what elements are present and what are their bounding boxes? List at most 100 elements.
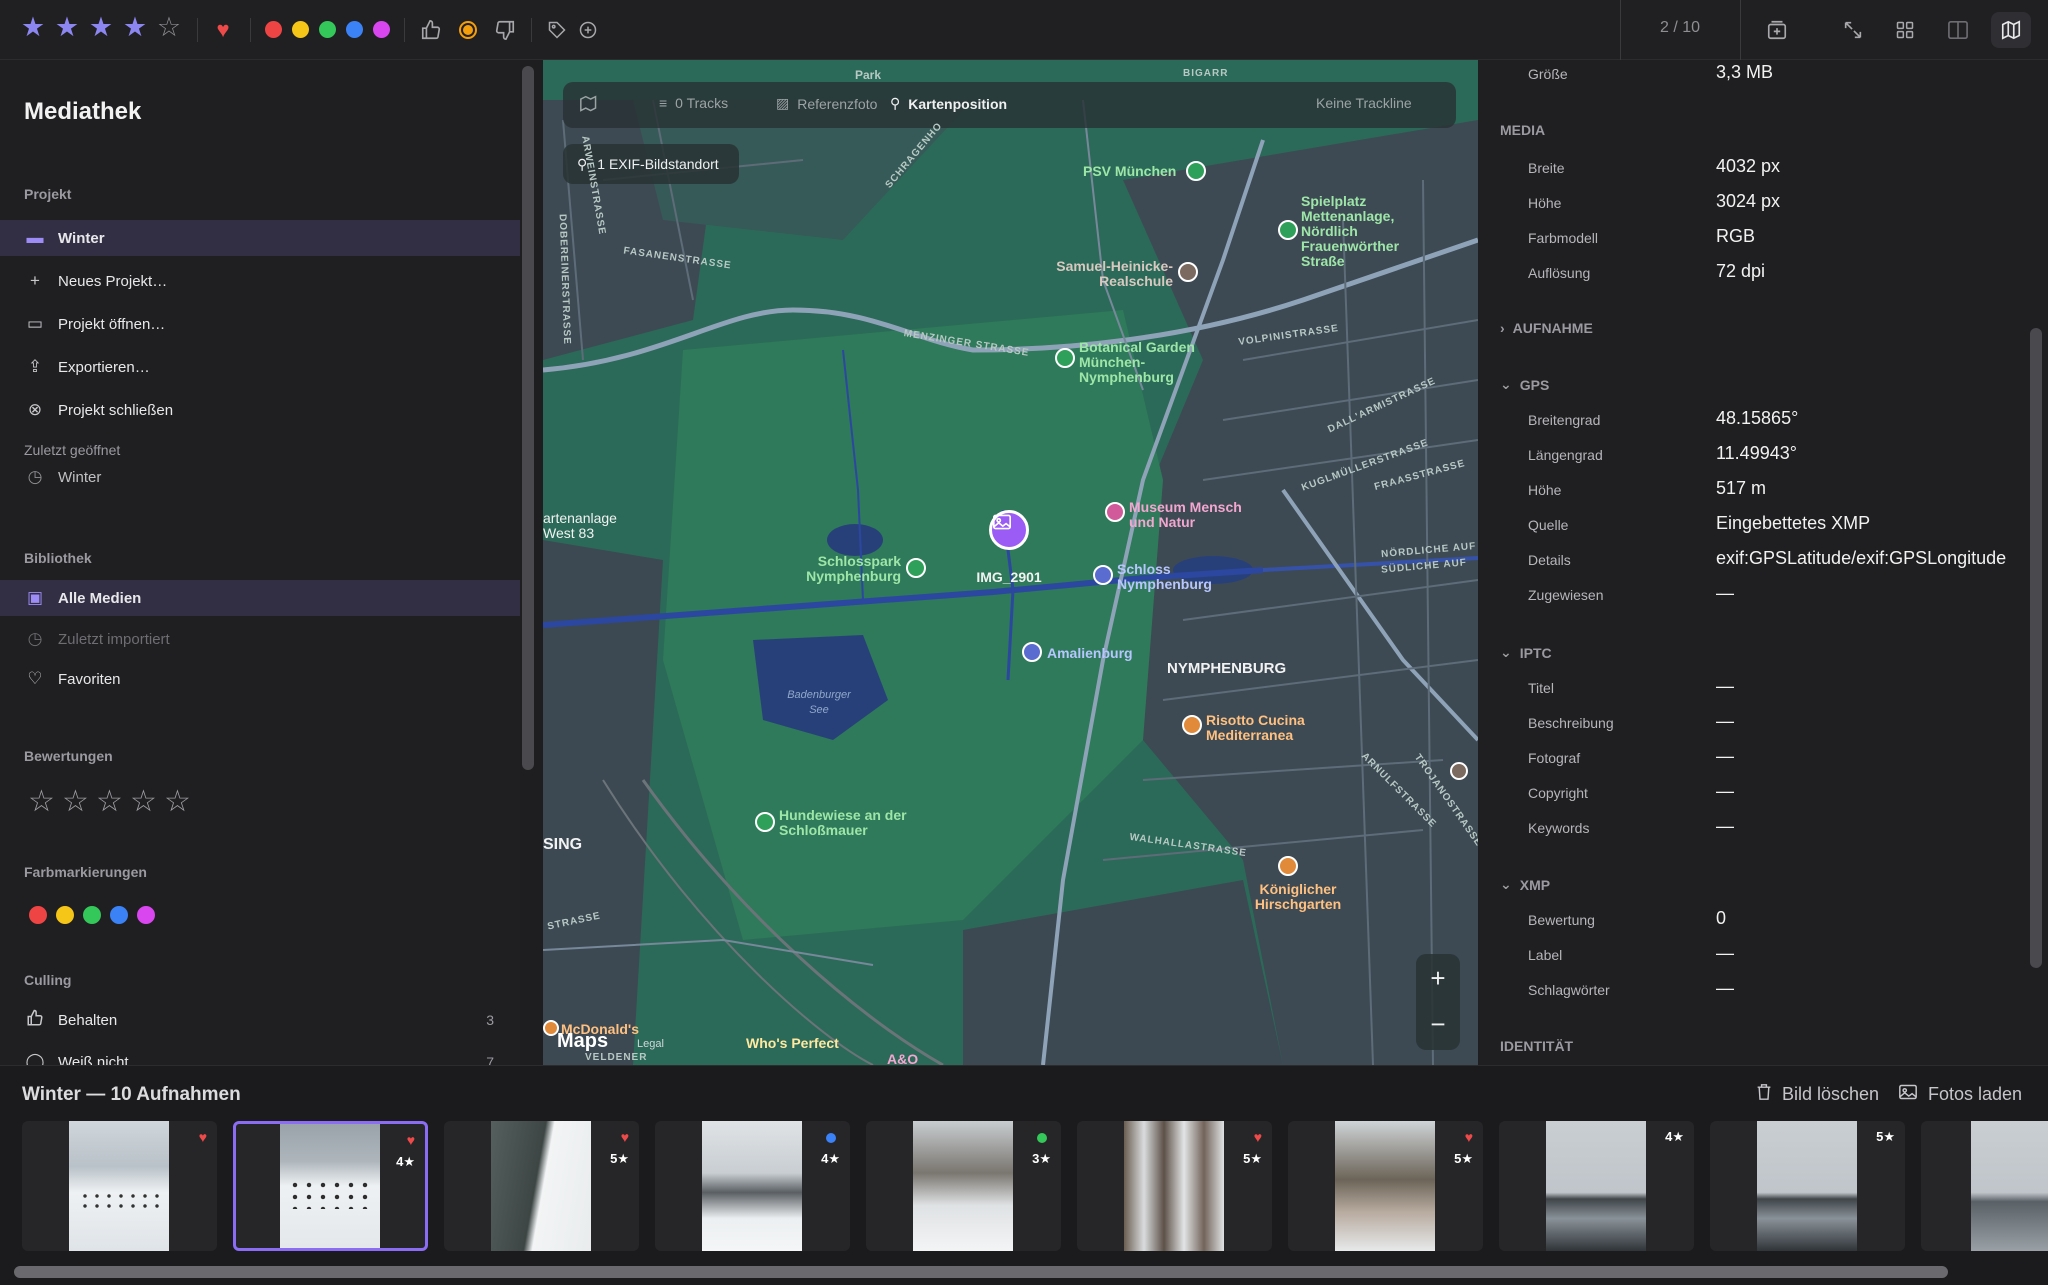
fullscreen-icon[interactable] <box>1833 12 1873 48</box>
compare-view-icon[interactable] <box>1938 12 1978 48</box>
poi-park-icon[interactable] <box>906 558 926 578</box>
thumbs-up-icon[interactable] <box>416 17 446 43</box>
sidebar-item-export[interactable]: ⇪ Exportieren… <box>0 349 520 385</box>
reference-label: Referenzfoto <box>797 95 878 112</box>
thumbs-down-icon[interactable] <box>490 17 520 43</box>
rating-star-2[interactable]: ★ <box>50 12 84 42</box>
color-label-purple[interactable] <box>373 21 390 38</box>
filter-color-blue[interactable] <box>110 906 128 924</box>
section-title: GPS <box>1519 376 1550 393</box>
section-aufnahme[interactable]: › AUFNAHME <box>1500 320 1593 336</box>
sidebar-item-close-project[interactable]: ⊗ Projekt schließen <box>0 392 520 428</box>
thumbnail[interactable]: ♥ <box>22 1121 217 1251</box>
grid-view-icon[interactable] <box>1885 12 1925 48</box>
tag-icon[interactable] <box>542 17 572 43</box>
culling-item-keep[interactable]: Behalten 3 <box>0 1002 520 1038</box>
add-tag-icon[interactable] <box>573 17 603 43</box>
trackline-toggle[interactable]: Keine Trackline <box>1316 95 1412 111</box>
poi-garden-icon[interactable] <box>1055 348 1075 368</box>
filter-star-4[interactable]: ☆ <box>130 784 157 819</box>
zoom-out-button[interactable]: − <box>1416 1002 1460 1050</box>
filmstrip-title: Winter — 10 Aufnahmen <box>22 1084 241 1105</box>
section-iptc[interactable]: ⌄ IPTC <box>1500 644 1552 661</box>
reject-circle-icon[interactable] <box>453 17 483 43</box>
meta-value: 48.15865° <box>1716 408 1799 428</box>
tracks-toggle[interactable]: ≡ 0 Tracks <box>659 95 728 111</box>
rating-star-4[interactable]: ★ <box>118 12 152 42</box>
delete-image-button[interactable]: Bild löschen <box>1756 1083 1879 1106</box>
street-label: BIGARR <box>1183 68 1229 79</box>
filter-color-red[interactable] <box>29 906 47 924</box>
heart-icon[interactable]: ♥ <box>208 17 238 43</box>
zoom-in-button[interactable]: + <box>1416 954 1460 1002</box>
section-gps[interactable]: ⌄ GPS <box>1500 376 1549 393</box>
thumbnail[interactable] <box>1921 1121 2048 1251</box>
heart-outline-icon: ♡ <box>27 669 43 688</box>
filter-star-2[interactable]: ☆ <box>62 784 89 819</box>
sidebar-item-new-project[interactable]: + Neues Projekt… <box>0 263 520 299</box>
poi-building-icon[interactable] <box>1450 762 1468 780</box>
poi-restaurant-icon[interactable] <box>1182 715 1202 735</box>
sidebar-item-all-media[interactable]: ▣ Alle Medien <box>0 580 520 616</box>
section-identity[interactable]: IDENTITÄT <box>1500 1038 1573 1054</box>
meta-value: Eingebettetes XMP <box>1716 513 1871 533</box>
section-xmp[interactable]: ⌄ XMP <box>1500 876 1550 893</box>
recent-item-winter[interactable]: ◷ Winter <box>0 462 520 492</box>
poi-playground-icon[interactable] <box>1278 220 1298 240</box>
top-toolbar: ★ ★ ★ ★ ☆ ♥ 2 / 10 <box>0 0 2048 60</box>
culling-item-unsure[interactable]: ◯ Weiß nicht 7 <box>0 1044 520 1065</box>
thumbnail[interactable]: ♥ 5★ <box>444 1121 639 1251</box>
poi-palace-icon[interactable] <box>1093 565 1113 585</box>
photo-location-pin[interactable] <box>989 510 1029 550</box>
rating-star-5[interactable]: ☆ <box>152 12 186 42</box>
map-view[interactable]: ≡ 0 Tracks ▨ Referenzfoto ⚲ Kartenpositi… <box>543 60 1478 1065</box>
poi-dogpark-icon[interactable] <box>755 812 775 832</box>
color-label-blue[interactable] <box>346 21 363 38</box>
folder-icon: ▬ <box>26 228 44 247</box>
filmstrip-scrollbar[interactable] <box>14 1266 1948 1278</box>
rating-star-1[interactable]: ★ <box>16 12 50 42</box>
sidebar-item-favorites[interactable]: ♡ Favoriten <box>0 661 520 697</box>
map-label-sing: SING <box>543 836 583 853</box>
filter-color-green[interactable] <box>83 906 101 924</box>
poi-sports-icon[interactable] <box>1186 161 1206 181</box>
map-view-icon[interactable] <box>1991 12 2031 48</box>
filter-star-3[interactable]: ☆ <box>96 784 123 819</box>
sidebar-item-recently-imported[interactable]: ◷ Zuletzt importiert <box>0 621 520 657</box>
filter-color-purple[interactable] <box>137 906 155 924</box>
poi-beergarden-icon[interactable] <box>1278 856 1298 876</box>
meta-row-keywords: Keywords — <box>1528 816 2028 840</box>
load-photos-button[interactable]: Fotos laden <box>1898 1083 2022 1106</box>
filter-star-1[interactable]: ☆ <box>28 784 55 819</box>
reference-photo-toggle[interactable]: ▨ Referenzfoto <box>776 95 877 112</box>
filter-color-yellow[interactable] <box>56 906 74 924</box>
map-label-gartenanlage: artenanlage West 83 <box>543 510 617 541</box>
maps-legal-link[interactable]: Legal <box>637 1038 664 1050</box>
filter-star-5[interactable]: ☆ <box>164 784 191 819</box>
sidebar-item-open-project[interactable]: ▭ Projekt öffnen… <box>0 306 520 342</box>
sidebar-item-winter-project[interactable]: ▬ Winter <box>0 220 520 256</box>
meta-key: Größe <box>1528 66 1568 82</box>
map-position-toggle[interactable]: ⚲ Kartenposition <box>890 95 1007 112</box>
thumbnail[interactable]: 4★ <box>655 1121 850 1251</box>
poi-amalienburg-icon[interactable] <box>1022 642 1042 662</box>
rating-star-3[interactable]: ★ <box>84 12 118 42</box>
poi-school-icon[interactable] <box>1178 262 1198 282</box>
color-label-green[interactable] <box>319 21 336 38</box>
rating-badge: 5★ <box>610 1151 629 1166</box>
import-icon[interactable] <box>1757 12 1797 48</box>
thumbnail[interactable]: 4★ <box>1499 1121 1694 1251</box>
section-title: AUFNAHME <box>1512 320 1593 336</box>
thumbnail[interactable]: 3★ <box>866 1121 1061 1251</box>
thumbnail[interactable]: ♥ 4★ <box>233 1121 428 1251</box>
poi-museum-icon[interactable] <box>1105 502 1125 522</box>
sidebar-scrollbar[interactable] <box>522 66 534 770</box>
thumbnail[interactable]: ♥ 5★ <box>1077 1121 1272 1251</box>
thumbnail[interactable]: 5★ <box>1710 1121 1905 1251</box>
color-label-yellow[interactable] <box>292 21 309 38</box>
panel-scrollbar[interactable] <box>2030 328 2042 968</box>
section-title: IDENTITÄT <box>1500 1038 1574 1054</box>
color-label-red[interactable] <box>265 21 282 38</box>
thumbnail[interactable]: ♥ 5★ <box>1288 1121 1483 1251</box>
meta-value: — <box>1716 746 1734 766</box>
